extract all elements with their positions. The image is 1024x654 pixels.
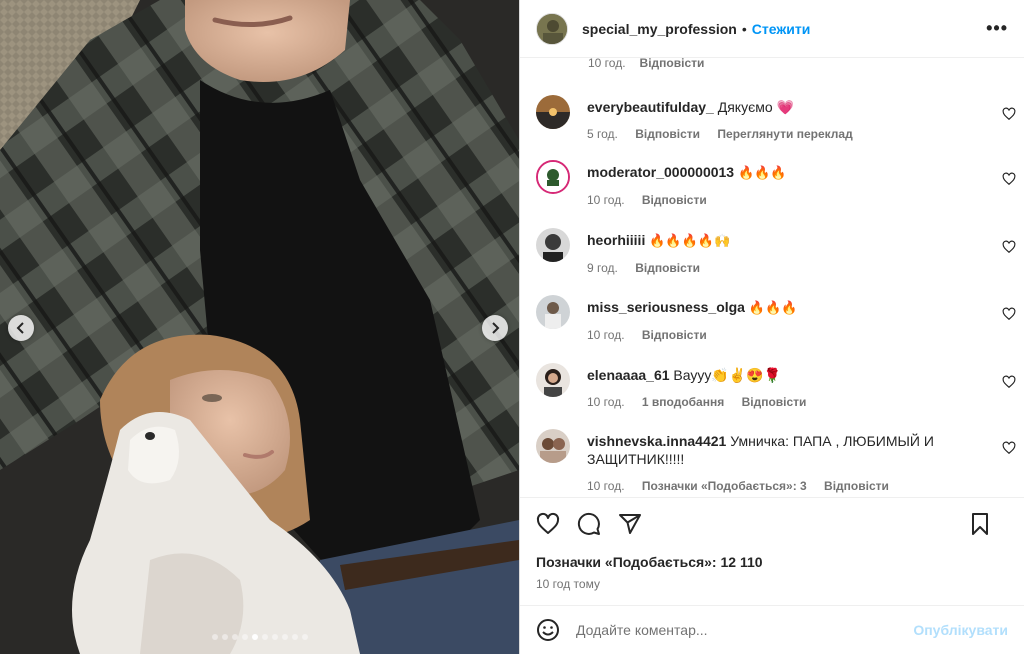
sunset-avatar-image [536,95,570,129]
comment-time: 10 год. [587,328,625,342]
commenter-avatar[interactable] [536,295,570,329]
likes-count[interactable]: Позначки «Подобається»: 12 110 [536,554,1008,570]
reply-button[interactable]: Відповісти [635,127,700,141]
comment-meta: 10 год. Позначки «Подобається»: 3 Відпов… [587,477,947,495]
more-options-icon[interactable]: ••• [986,18,1008,39]
post-actions: Позначки «Подобається»: 12 110 10 год то… [520,497,1024,591]
carousel-dot [291,634,298,640]
post-side-panel: special_my_profession • Стежити ••• 10 г… [519,0,1024,654]
comment-likes-count[interactable]: 1 вподобання [642,395,724,409]
carousel-dot [271,634,278,640]
carousel-dot [301,634,308,640]
reply-button[interactable]: Відповісти [824,479,889,493]
commenter-avatar[interactable] [536,160,570,194]
comment-meta: 10 год. Відповісти [587,191,947,209]
commenter-username[interactable]: heorhiiiii [587,232,645,248]
commenter-username[interactable]: miss_seriousness_olga [587,299,745,315]
author-avatar[interactable] [536,12,568,45]
comment-text: 🔥🔥🔥 [748,300,798,315]
like-comment-heart-icon[interactable] [1002,375,1016,389]
comment-text: 🔥🔥🔥🔥🙌 [649,233,731,248]
comment-meta: 5 год. Відповісти Переглянути переклад [587,125,947,143]
chevron-left-icon [16,322,24,334]
commenter-username[interactable]: moderator_000000013 [587,164,734,180]
comment-bubble-icon[interactable] [577,512,601,536]
header-separator: • [741,20,747,37]
carousel-dot [211,634,218,640]
inna-avatar-image [536,429,570,463]
author-avatar-image [537,13,567,44]
comment-time: 5 год. [587,127,618,141]
comment-input[interactable] [576,622,914,638]
moderator-avatar-image [538,162,568,192]
carousel-dot [251,634,258,640]
commenter-username[interactable]: elenaaaa_61 [587,367,670,383]
commenter-username[interactable]: vishnevska.inna4421 [587,433,726,449]
like-heart-icon[interactable] [536,512,560,536]
previous-comment-meta: 10 год. Відповісти [588,58,704,70]
comment-text: Дякуємо 💗 [717,99,794,115]
post-photo[interactable] [0,0,519,654]
like-comment-heart-icon[interactable] [1002,107,1016,121]
comment-text: 🔥🔥🔥 [738,165,787,180]
comment-time: 10 год. [588,58,626,70]
follow-button[interactable]: Стежити [752,21,811,37]
comment-time: 9 год. [587,261,618,275]
reply-button[interactable]: Відповісти [640,58,705,70]
reply-button[interactable]: Відповісти [642,193,707,207]
comment-meta: 10 год. Відповісти [587,326,947,344]
comment-time: 10 год. [587,479,625,493]
comment-meta: 10 год. 1 вподобання Відповісти [587,393,947,411]
comment-time: 10 год. [587,193,625,207]
olga-avatar-image [536,295,570,329]
comment-time: 10 год. [587,395,625,409]
post-comment-button[interactable]: Опублікувати [913,622,1008,638]
reply-button[interactable]: Відповісти [742,395,807,409]
commenter-avatar[interactable] [536,95,570,129]
author-username[interactable]: special_my_profession [582,21,737,37]
reply-button[interactable]: Відповісти [642,328,707,342]
carousel-dot [221,634,228,640]
see-translation-button[interactable]: Переглянути переклад [717,127,852,141]
emoji-icon[interactable] [536,618,560,642]
post-time: 10 год тому [536,577,600,591]
add-comment-bar: Опублікувати [520,605,1024,654]
comment-meta: 9 год. Відповісти [587,259,947,277]
carousel-next-button[interactable] [482,315,508,341]
carousel-dot [261,634,268,640]
reply-button[interactable]: Відповісти [635,261,700,275]
like-comment-heart-icon[interactable] [1002,172,1016,186]
chevron-right-icon [492,322,500,334]
carousel-dot [241,634,248,640]
elena-avatar-image [536,363,570,397]
comment-likes-count[interactable]: Позначки «Подобається»: 3 [642,479,807,493]
commenter-avatar[interactable] [536,429,570,463]
carousel-dot [281,634,288,640]
post-header: special_my_profession • Стежити ••• [520,0,1024,58]
share-send-icon[interactable] [618,512,642,536]
carousel-prev-button[interactable] [8,315,34,341]
carousel-indicator [0,634,519,640]
action-icons-row [536,498,1008,550]
like-comment-heart-icon[interactable] [1002,441,1016,455]
commenter-avatar[interactable] [536,363,570,397]
comments-list[interactable]: 10 год. Відповісти everybeautifulday_ Дяк… [520,58,1024,496]
like-comment-heart-icon[interactable] [1002,307,1016,321]
photo-image [0,0,519,654]
commenter-username[interactable]: everybeautifulday_ [587,99,714,115]
like-comment-heart-icon[interactable] [1002,240,1016,254]
heorhiiiii-avatar-image [536,228,570,262]
commenter-avatar[interactable] [536,228,570,262]
save-bookmark-icon[interactable] [968,512,992,536]
comment-text: Вауyy👏✌😍🌹 [673,367,782,383]
carousel-dot [231,634,238,640]
